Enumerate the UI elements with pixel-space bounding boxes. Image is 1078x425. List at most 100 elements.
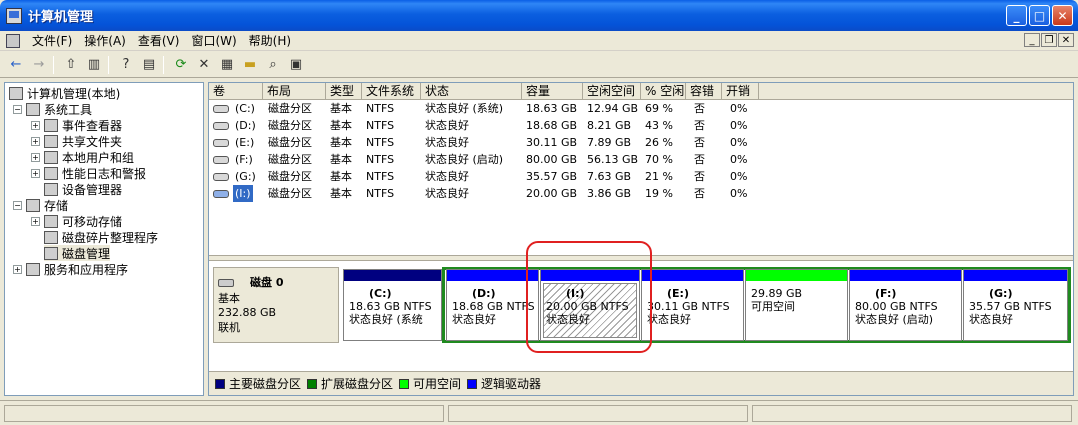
tree-item-device-manager[interactable]: 设备管理器	[44, 181, 122, 197]
delete-icon[interactable]: ✕	[194, 55, 214, 75]
properties-icon[interactable]: ▦	[217, 55, 237, 75]
column-header-percent-free[interactable]: % 空闲	[641, 83, 686, 99]
help-icon[interactable]: ?	[116, 55, 136, 75]
tree-item-system-tools[interactable]: − 系统工具	[13, 101, 92, 117]
menu-action[interactable]: 操作(A)	[84, 32, 126, 49]
partition-g[interactable]: (G:) 35.57 GB NTFS 状态良好	[963, 269, 1068, 341]
volume-percent-free: 70 %	[645, 153, 673, 166]
volume-layout: 磁盘分区	[268, 136, 312, 149]
volume-fault-tolerance: 否	[694, 170, 705, 183]
volume-percent-free: 21 %	[645, 170, 673, 183]
close-button[interactable]: ✕	[1052, 5, 1073, 26]
tree-item-performance-logs[interactable]: + 性能日志和警报	[31, 165, 146, 181]
tree-item-storage[interactable]: − 存储	[13, 197, 68, 213]
minimize-button[interactable]: _	[1006, 5, 1027, 26]
column-header-layout[interactable]: 布局	[263, 83, 326, 99]
back-arrow-icon[interactable]: ←	[6, 55, 26, 75]
refresh-icon[interactable]: ⟳	[171, 55, 191, 75]
volume-fault-tolerance: 否	[694, 136, 705, 149]
collapse-icon[interactable]: −	[13, 104, 22, 114]
menu-view[interactable]: 查看(V)	[138, 32, 180, 49]
partition-title: (D:)	[472, 287, 496, 300]
table-row[interactable]: (D:) 磁盘分区 基本 NTFS 状态良好 18.68 GB 8.21 GB …	[209, 117, 1073, 134]
partition-e[interactable]: (E:) 30.11 GB NTFS 状态良好	[641, 269, 744, 341]
tree-item-disk-management[interactable]: 磁盘管理	[44, 245, 111, 261]
volume-icon	[213, 156, 229, 164]
volume-overhead: 0%	[730, 153, 748, 166]
table-row[interactable]: (E:) 磁盘分区 基本 NTFS 状态良好 30.11 GB 7.89 GB …	[209, 134, 1073, 151]
tree-item-shared-folders[interactable]: + 共享文件夹	[31, 133, 122, 149]
tree-item-event-viewer[interactable]: + 事件查看器	[31, 117, 122, 133]
removable-storage-icon	[44, 214, 58, 228]
column-header-fault-tolerance[interactable]: 容错	[686, 83, 722, 99]
tree-item-label: 共享文件夹	[62, 134, 123, 149]
annotation-highlight	[526, 241, 652, 353]
column-header-volume[interactable]: 卷	[209, 83, 263, 99]
tree-item-local-users[interactable]: + 本地用户和组	[31, 149, 134, 165]
mdi-minimize-button[interactable]: _	[1024, 33, 1040, 47]
tree-item-services-apps[interactable]: + 服务和应用程序	[13, 261, 128, 277]
device-manager-icon	[44, 182, 58, 196]
partition-size: 35.57 GB NTFS	[969, 300, 1052, 313]
table-row-selected[interactable]: (I:) 磁盘分区 基本 NTFS 状态良好 20.00 GB 3.86 GB …	[209, 185, 1073, 202]
partition-title: (E:)	[667, 287, 689, 300]
disk-icon	[218, 279, 234, 287]
volume-capacity: 80.00 GB	[526, 153, 578, 166]
open-folder-icon[interactable]: ▬	[240, 55, 260, 75]
menu-window[interactable]: 窗口(W)	[191, 32, 236, 49]
column-header-filesystem[interactable]: 文件系统	[362, 83, 421, 99]
partition-status: 状态良好	[969, 313, 1013, 326]
partition-status: 状态良好 (启动)	[855, 313, 934, 326]
up-folder-icon[interactable]: ⇧	[61, 55, 81, 75]
table-row[interactable]: (C:) 磁盘分区 基本 NTFS 状态良好 (系统) 18.63 GB 12.…	[209, 100, 1073, 117]
table-row[interactable]: (F:) 磁盘分区 基本 NTFS 状态良好 (启动) 80.00 GB 56.…	[209, 151, 1073, 168]
partition-size: 18.68 GB NTFS	[452, 300, 535, 313]
volume-status: 状态良好 (启动)	[425, 153, 504, 166]
column-header-overhead[interactable]: 开销	[722, 83, 759, 99]
partition-title: (C:)	[369, 287, 392, 300]
column-header-free-space[interactable]: 空闲空间	[583, 83, 641, 99]
search-icon[interactable]: ⌕	[263, 55, 283, 75]
column-header-capacity[interactable]: 容量	[522, 83, 583, 99]
partition-c[interactable]: (C:) 18.63 GB NTFS 状态良好 (系统	[343, 269, 442, 341]
mdi-restore-button[interactable]: ❐	[1041, 33, 1057, 47]
app-menu-icon[interactable]	[6, 33, 20, 48]
status-bar	[0, 400, 1078, 425]
mdi-close-button[interactable]: ✕	[1058, 33, 1074, 47]
expand-icon[interactable]: +	[31, 216, 40, 226]
column-header-status[interactable]: 状态	[421, 83, 522, 99]
title-bar[interactable]: 计算机管理 _ □ ✕	[0, 0, 1078, 31]
volume-fault-tolerance: 否	[694, 119, 705, 132]
expand-icon[interactable]: +	[31, 168, 40, 178]
partition-free-space[interactable]: 29.89 GB 可用空间	[745, 269, 848, 341]
menu-help[interactable]: 帮助(H)	[249, 32, 291, 49]
table-row[interactable]: (G:) 磁盘分区 基本 NTFS 状态良好 35.57 GB 7.63 GB …	[209, 168, 1073, 185]
expand-icon[interactable]: +	[13, 264, 22, 274]
expand-icon[interactable]: +	[31, 136, 40, 146]
legend: 主要磁盘分区 扩展磁盘分区 可用空间 逻辑驱动器	[209, 371, 1073, 395]
legend-swatch-free	[399, 378, 410, 389]
defragmenter-icon	[44, 230, 58, 244]
menu-file[interactable]: 文件(F)	[32, 32, 72, 49]
tree-item-computer-management[interactable]: 计算机管理(本地)	[9, 85, 120, 101]
expand-icon[interactable]: +	[31, 152, 40, 162]
show-tree-icon[interactable]: ▥	[84, 55, 104, 75]
volume-filesystem: NTFS	[366, 187, 395, 200]
forward-arrow-icon[interactable]: →	[29, 55, 49, 75]
tree-item-disk-defragmenter[interactable]: 磁盘碎片整理程序	[44, 229, 158, 245]
volume-capacity: 18.63 GB	[526, 102, 578, 115]
volume-status: 状态良好	[425, 170, 469, 183]
collapse-icon[interactable]: −	[13, 200, 22, 210]
volume-fault-tolerance: 否	[694, 187, 705, 200]
volume-overhead: 0%	[730, 187, 748, 200]
tree-item-removable-storage[interactable]: + 可移动存储	[31, 213, 122, 229]
partition-f[interactable]: (F:) 80.00 GB NTFS 状态良好 (启动)	[849, 269, 962, 341]
partition-status: 状态良好 (系统	[349, 313, 423, 326]
maximize-button[interactable]: □	[1029, 5, 1050, 26]
disk-0-label[interactable]: 磁盘 0 基本 232.88 GB 联机	[213, 267, 339, 343]
column-header-type[interactable]: 类型	[326, 83, 362, 99]
partition-status: 状态良好	[452, 313, 496, 326]
disk-settings-icon[interactable]: ▣	[286, 55, 306, 75]
console-icon[interactable]: ▤	[139, 55, 159, 75]
expand-icon[interactable]: +	[31, 120, 40, 130]
